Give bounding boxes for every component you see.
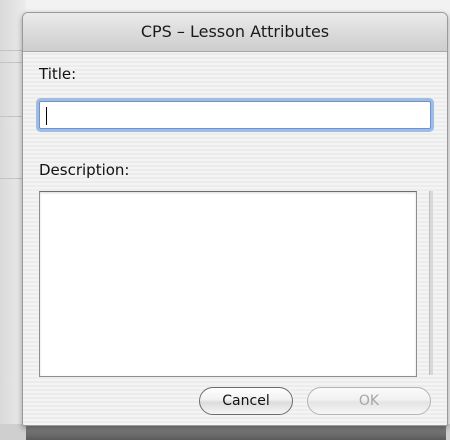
ok-button[interactable]: OK bbox=[307, 387, 431, 415]
description-textarea[interactable] bbox=[39, 191, 417, 377]
title-label: Title: bbox=[39, 65, 77, 83]
description-label: Description: bbox=[39, 161, 130, 179]
dialog-title: CPS – Lesson Attributes bbox=[140, 22, 330, 41]
lesson-attributes-dialog: CPS – Lesson Attributes Title: Descripti… bbox=[22, 12, 448, 426]
cancel-button[interactable]: Cancel bbox=[199, 387, 293, 415]
title-bar: CPS – Lesson Attributes bbox=[23, 13, 447, 52]
text-caret bbox=[46, 107, 47, 125]
title-input[interactable] bbox=[39, 101, 431, 129]
dialog-shadow bbox=[26, 424, 446, 440]
description-scrollbar[interactable] bbox=[429, 191, 433, 375]
